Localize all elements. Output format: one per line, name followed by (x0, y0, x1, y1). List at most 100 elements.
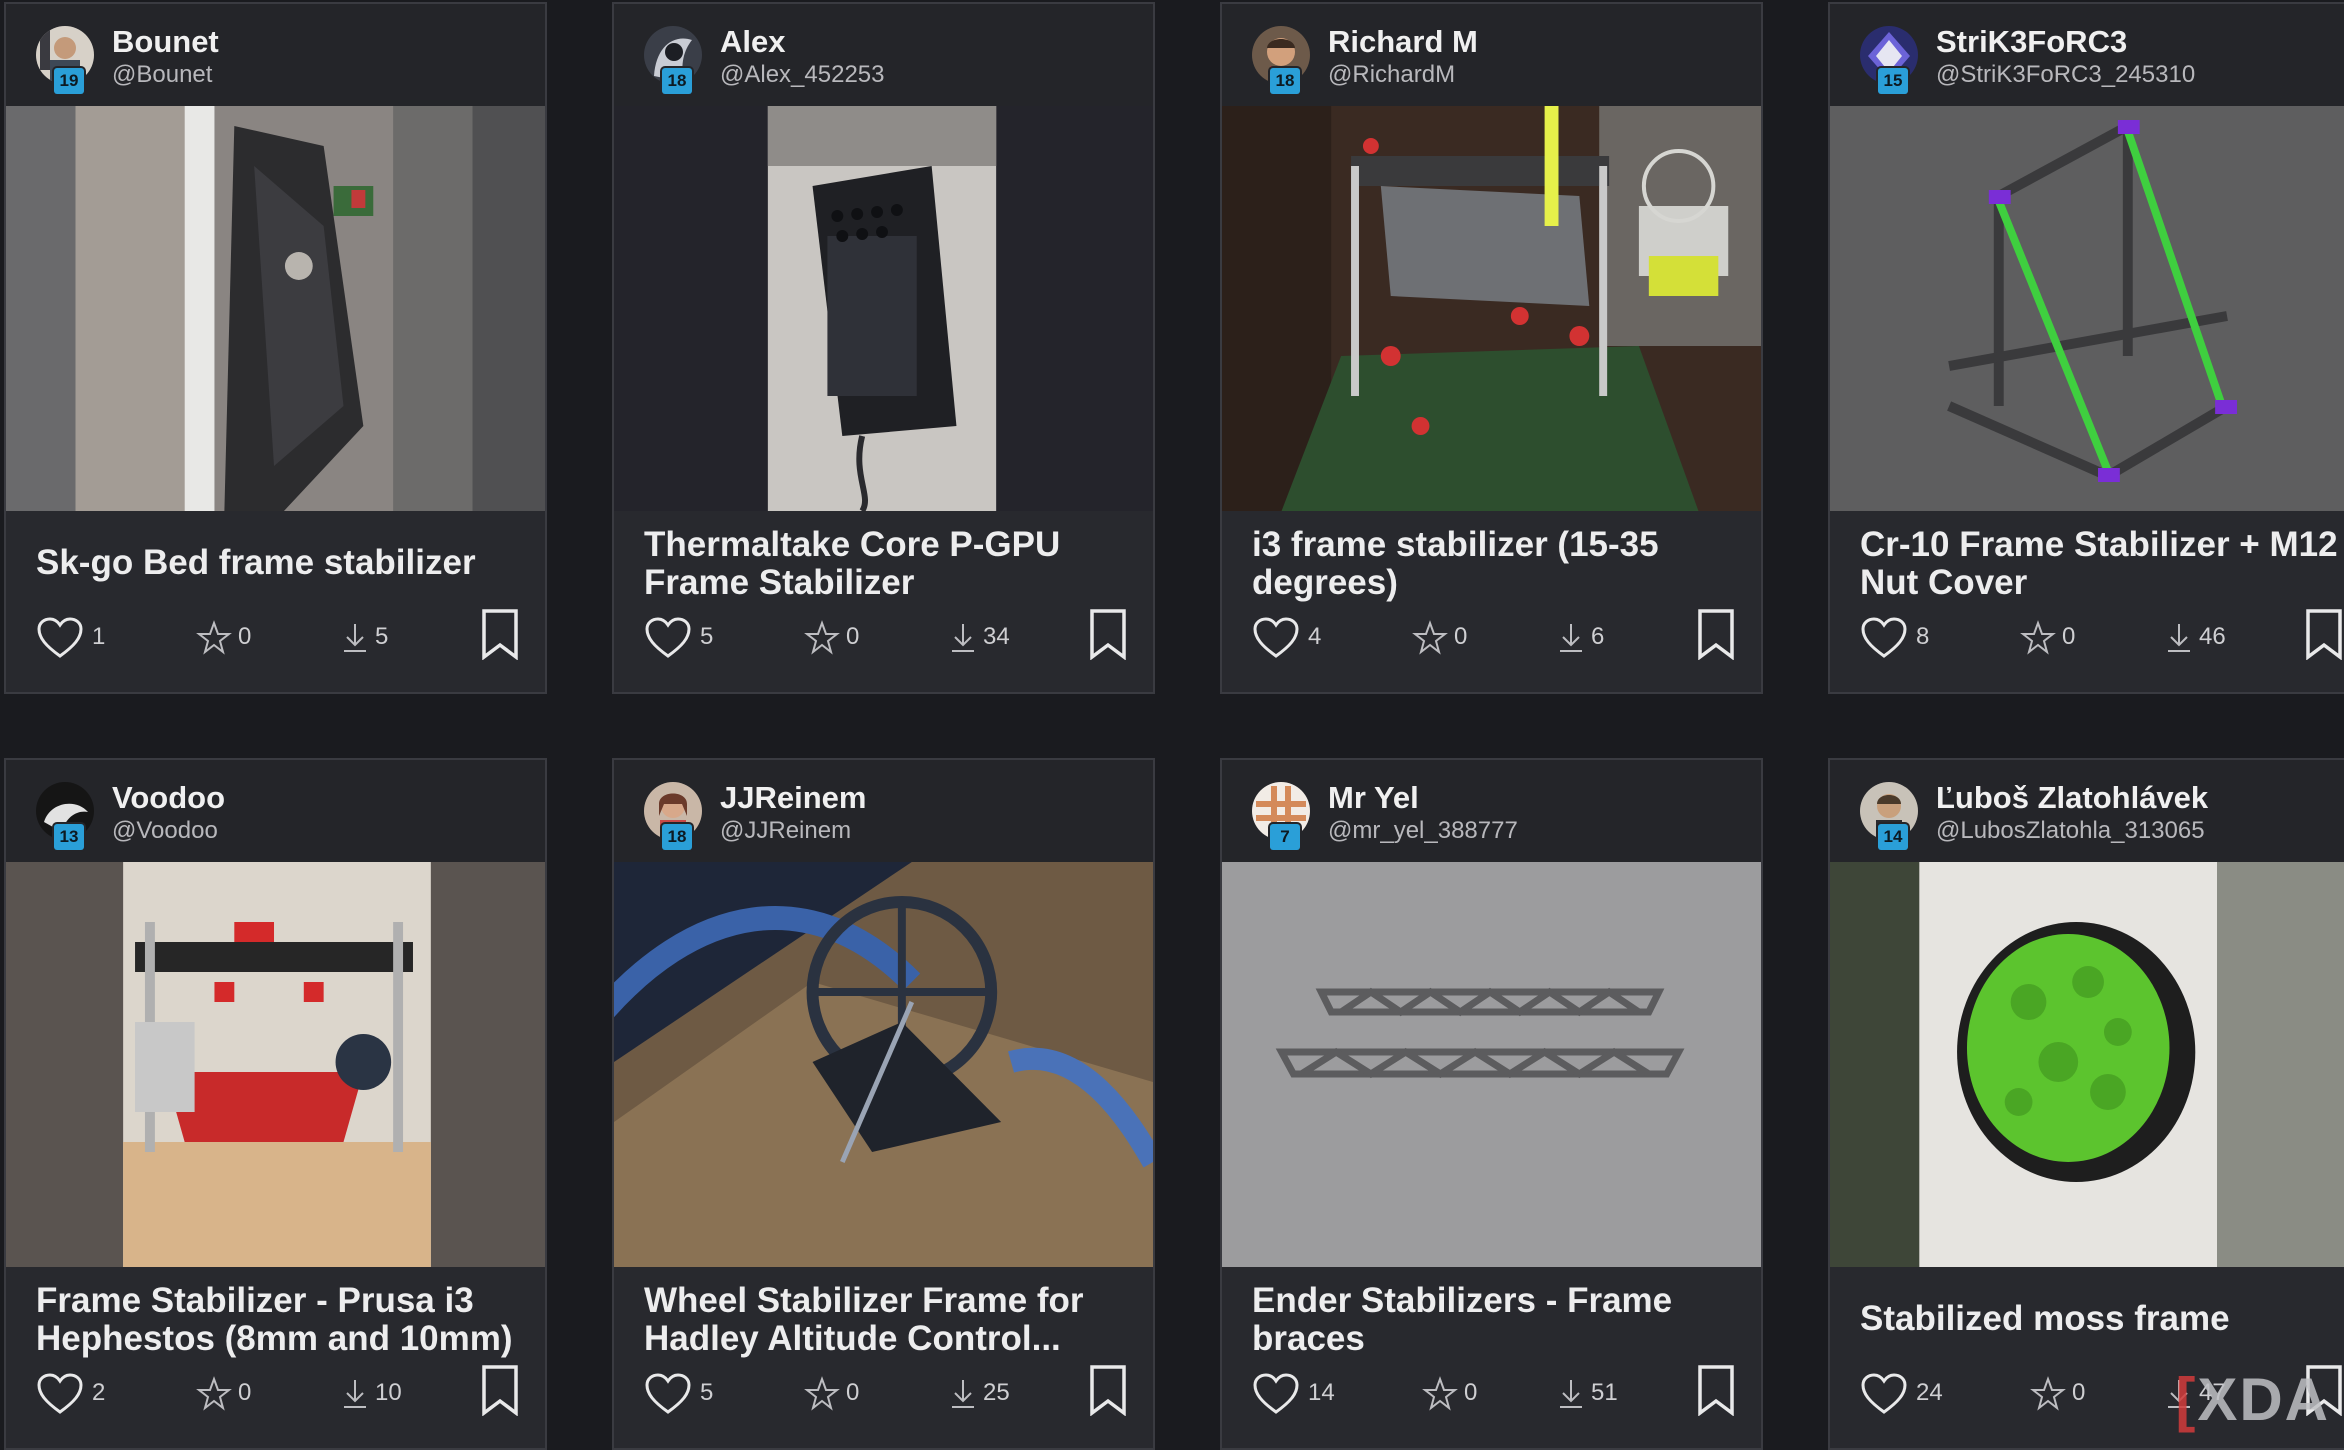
level-badge: 7 (1270, 824, 1300, 850)
heart-icon (645, 617, 691, 658)
star-icon (1412, 620, 1448, 655)
download-icon (1560, 1380, 1582, 1408)
download-count: 46 (2199, 623, 2226, 650)
level-badge: 14 (1878, 824, 1908, 850)
model-card[interactable]: 13 Voodoo @Voodoo Frame Stabilizer - Pru… (4, 758, 547, 1450)
model-thumbnail[interactable] (1830, 862, 2344, 1267)
favorite-count: 0 (238, 1379, 252, 1406)
like-count: 8 (1916, 623, 1930, 650)
card-header: 18 JJReinem @JJReinem (614, 760, 1153, 862)
bookmark-icon[interactable] (1696, 1364, 1736, 1416)
download-count: 6 (1591, 623, 1605, 650)
download-count: 10 (375, 1379, 402, 1406)
model-title[interactable]: Cr-10 Frame Stabilizer + M12 Nut Cover (1860, 526, 2344, 602)
model-title[interactable]: Stabilized moss frame (1860, 1300, 2344, 1338)
like-count: 1 (92, 623, 106, 650)
user-handle[interactable]: @RichardM (1328, 61, 1455, 89)
user-name[interactable]: Richard M (1328, 24, 1478, 60)
card-header: 7 Mr Yel @mr_yel_388777 (1222, 760, 1761, 862)
bookmark-icon[interactable] (1088, 608, 1128, 660)
level-badge: 13 (54, 824, 84, 850)
like-count: 5 (700, 623, 714, 650)
card-header: 15 StriK3FoRC3 @StriK3FoRC3_245310 (1830, 4, 2344, 106)
model-thumbnail[interactable] (1222, 862, 1761, 1267)
favorite-count: 0 (2062, 623, 2076, 650)
model-card[interactable]: 15 StriK3FoRC3 @StriK3FoRC3_245310 Cr-10… (1828, 2, 2344, 694)
model-title[interactable]: Ender Stabilizers - Frame braces (1252, 1282, 1742, 1358)
card-header: 18 Richard M @RichardM (1222, 4, 1761, 106)
level-badge: 18 (662, 68, 692, 94)
favorite-count: 0 (238, 623, 252, 650)
level-badge: 15 (1878, 68, 1908, 94)
download-icon (1560, 624, 1582, 652)
model-thumbnail[interactable] (1830, 106, 2344, 511)
download-count: 34 (983, 623, 1010, 650)
bookmark-icon[interactable] (1088, 1364, 1128, 1416)
user-handle[interactable]: @mr_yel_388777 (1328, 817, 1518, 845)
model-thumbnail[interactable] (614, 106, 1153, 511)
model-thumbnail[interactable] (6, 106, 545, 511)
star-icon (804, 620, 840, 655)
bookmark-icon[interactable] (480, 608, 520, 660)
card-header: 13 Voodoo @Voodoo (6, 760, 545, 862)
user-name[interactable]: Voodoo (112, 780, 225, 816)
heart-icon (1253, 617, 1299, 658)
download-icon (344, 1380, 366, 1408)
model-title[interactable]: Sk-go Bed frame stabilizer (36, 544, 526, 582)
star-icon (196, 620, 232, 655)
user-name[interactable]: StriK3FoRC3 (1936, 24, 2127, 60)
model-title[interactable]: i3 frame stabilizer (15-35 degrees) (1252, 526, 1742, 602)
watermark-text: XDA (2197, 1366, 2330, 1433)
download-icon (952, 624, 974, 652)
user-name[interactable]: Bounet (112, 24, 219, 60)
download-count: 51 (1591, 1379, 1618, 1406)
user-handle[interactable]: @LubosZlatohla_313065 (1936, 817, 2205, 845)
user-name[interactable]: Alex (720, 24, 785, 60)
user-handle[interactable]: @Voodoo (112, 817, 218, 845)
like-count: 5 (700, 1379, 714, 1406)
star-icon (1422, 1376, 1458, 1411)
user-handle[interactable]: @JJReinem (720, 817, 851, 845)
level-badge: 18 (662, 824, 692, 850)
user-handle[interactable]: @Bounet (112, 61, 212, 89)
download-count: 25 (983, 1379, 1010, 1406)
model-thumbnail[interactable] (614, 862, 1153, 1267)
level-badge: 19 (54, 68, 84, 94)
star-icon (196, 1376, 232, 1411)
favorite-count: 0 (846, 1379, 860, 1406)
favorite-count: 0 (1464, 1379, 1478, 1406)
user-name[interactable]: JJReinem (720, 780, 866, 816)
heart-icon (1861, 1373, 1907, 1414)
bookmark-icon[interactable] (480, 1364, 520, 1416)
heart-icon (37, 1373, 83, 1414)
model-title[interactable]: Frame Stabilizer - Prusa i3 Hephestos (8… (36, 1282, 526, 1358)
heart-icon (37, 617, 83, 658)
model-title[interactable]: Wheel Stabilizer Frame for Hadley Altitu… (644, 1282, 1134, 1358)
user-handle[interactable]: @StriK3FoRC3_245310 (1936, 61, 2195, 89)
xda-watermark: [XDA (2175, 1366, 2330, 1433)
like-count: 14 (1308, 1379, 1335, 1406)
model-thumbnail[interactable] (6, 862, 545, 1267)
user-name[interactable]: Mr Yel (1328, 780, 1419, 816)
star-icon (2020, 620, 2056, 655)
model-card[interactable]: 18 JJReinem @JJReinem Wheel Stabilizer F… (612, 758, 1155, 1450)
user-handle[interactable]: @Alex_452253 (720, 61, 884, 89)
model-card[interactable]: 7 Mr Yel @mr_yel_388777 Ender Stabilizer… (1220, 758, 1763, 1450)
card-header: 18 Alex @Alex_452253 (614, 4, 1153, 106)
model-thumbnail[interactable] (1222, 106, 1761, 511)
heart-icon (1253, 1373, 1299, 1414)
model-title[interactable]: Thermaltake Core P-GPU Frame Stabilizer (644, 526, 1134, 602)
bookmark-icon[interactable] (2304, 608, 2344, 660)
bookmark-icon[interactable] (1696, 608, 1736, 660)
favorite-count: 0 (846, 623, 860, 650)
heart-icon (645, 1373, 691, 1414)
model-card[interactable]: 18 Richard M @RichardM i3 frame stabiliz… (1220, 2, 1763, 694)
download-icon (2168, 624, 2190, 652)
like-count: 24 (1916, 1379, 1943, 1406)
favorite-count: 0 (1454, 623, 1468, 650)
user-name[interactable]: Ľuboš Zlatohlávek (1936, 780, 2208, 816)
model-card[interactable]: 19 Bounet @Bounet Sk-go Bed frame stabil… (4, 2, 547, 694)
like-count: 2 (92, 1379, 106, 1406)
model-card[interactable]: 18 Alex @Alex_452253 Thermaltake Core P-… (612, 2, 1155, 694)
model-card[interactable]: 14 Ľuboš Zlatohlávek @LubosZlatohla_3130… (1828, 758, 2344, 1450)
